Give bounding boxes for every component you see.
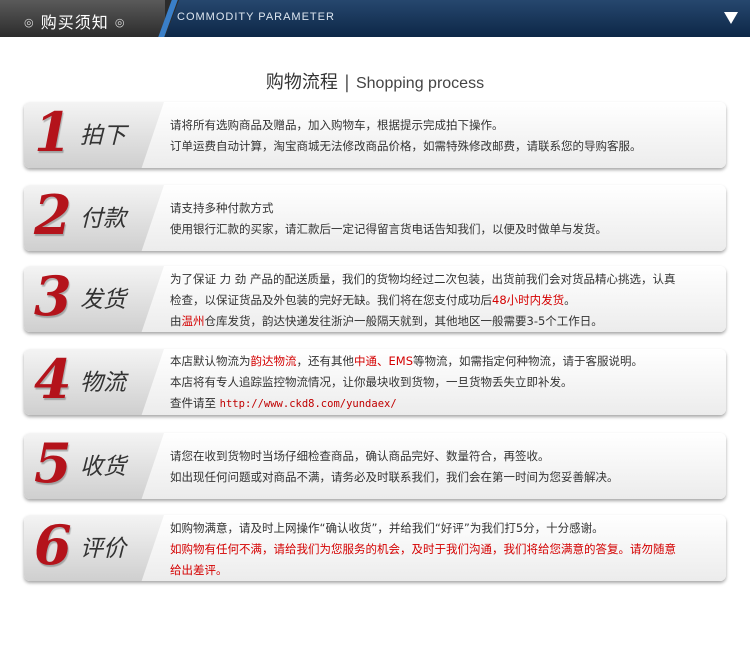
header-tab-label: 购买须知: [40, 13, 109, 32]
header-tab[interactable]: ◎ 购买须知 ◎: [0, 0, 179, 37]
step-label: 物流: [80, 370, 126, 396]
step-line-text: 仓库发货，韵达快递发往浙沪一般隔天就到，其他地区一般需要3-5个工作日。: [204, 314, 603, 328]
step-line: 如购物有任何不满，请给我们为您服务的机会，及时于我们沟通，我们将给您满意的答复。…: [170, 542, 676, 556]
courier-highlight: 中通、EMS: [354, 354, 413, 368]
step-line: 由温州仓库发货，韵达快递发往浙沪一般隔天就到，其他地区一般需要3-5个工作日。: [170, 311, 710, 332]
step-text: 如购物满意，请及时上网操作“确认收货”，并给我们“好评”为我们打5分，十分感谢。…: [170, 518, 710, 581]
step-line: 检查，以保证货品及外包装的完好无缺。我们将在您支付成功后48小时内发货。: [170, 290, 710, 311]
step-5-card: 5 收货 请您在收到货物时当场仔细检查商品，确认商品完好、数量符合，再签收。 如…: [24, 431, 726, 499]
step-line: 本店默认物流为韵达物流，还有其他中通、EMS等物流，如需指定何种物流，请于客服说…: [170, 351, 710, 372]
step-line-text: 由: [170, 314, 182, 328]
step-line: 请将所有选购商品及赠品，加入购物车，根据提示完成拍下操作。: [170, 118, 504, 132]
header-tab-title: ◎ 购买须知 ◎: [24, 9, 125, 33]
step-label: 发货: [80, 287, 126, 313]
step-line-text: 检查，以保证货品及外包装的完好无缺。我们将在您支付成功后: [170, 293, 492, 307]
header-english-title: COMMODITY PARAMETER: [177, 11, 335, 23]
step-line-text: 查件请至: [170, 396, 220, 410]
section-title-separator: |: [343, 72, 350, 93]
step-line-text: 本店默认物流为: [170, 354, 251, 368]
step-line: 如出现任何问题或对商品不满，请务必及时联系我们，我们会在第一时间为您妥善解决。: [170, 470, 619, 484]
step-3-card: 3 发货 为了保证 力 劲 产品的配送质量，我们的货物均经过二次包装，出货前我们…: [24, 264, 726, 332]
step-text: 本店默认物流为韵达物流，还有其他中通、EMS等物流，如需指定何种物流，请于客服说…: [170, 351, 710, 415]
step-6-card: 6 评价 如购物满意，请及时上网操作“确认收货”，并给我们“好评”为我们打5分，…: [24, 513, 726, 581]
step-1-card: 1 拍下 请将所有选购商品及赠品，加入购物车，根据提示完成拍下操作。 订单运费自…: [24, 100, 726, 168]
step-line-text: ，还有其他: [296, 354, 355, 368]
step-number: 5: [34, 431, 72, 495]
step-label: 收货: [80, 454, 126, 480]
step-4-card: 4 物流 本店默认物流为韵达物流，还有其他中通、EMS等物流，如需指定何种物流，…: [24, 347, 726, 415]
circle-dot-icon: ◎: [114, 16, 126, 29]
courier-highlight: 韵达物流: [250, 354, 297, 368]
step-line-text: 等物流，如需指定何种物流，请于客服说明。: [413, 354, 643, 368]
step-text: 请将所有选购商品及赠品，加入购物车，根据提示完成拍下操作。 订单运费自动计算，淘…: [170, 115, 710, 157]
step-line: 本店将有专人追踪监控物流情况，让你最块收到货物，一旦货物丢失立即补发。: [170, 375, 573, 389]
step-text: 请支持多种付款方式 使用银行汇款的买家，请汇款后一定记得留言货电话告知我们，以便…: [170, 198, 710, 240]
step-number: 3: [34, 264, 72, 328]
step-line: 使用银行汇款的买家，请汇款后一定记得留言货电话告知我们，以便及时做单与发货。: [170, 222, 607, 236]
step-number: 2: [34, 183, 72, 247]
step-line: 给出差评。: [170, 563, 228, 577]
step-line: 如购物满意，请及时上网操作“确认收货”，并给我们“好评”为我们打5分，十分感谢。: [170, 521, 604, 535]
section-title-en: Shopping process: [355, 75, 485, 92]
step-text: 请您在收到货物时当场仔细检查商品，确认商品完好、数量符合，再签收。 如出现任何问…: [170, 446, 710, 488]
step-2-card: 2 付款 请支持多种付款方式 使用银行汇款的买家，请汇款后一定记得留言货电话告知…: [24, 183, 726, 251]
triangle-down-icon[interactable]: [724, 12, 738, 24]
step-number: 1: [34, 100, 72, 164]
tracking-link[interactable]: http://www.ckd8.com/yundaex/: [220, 398, 397, 410]
section-title-cn: 购物流程: [265, 72, 338, 93]
top-header-bar: ◎ 购买须知 ◎ COMMODITY PARAMETER: [0, 0, 750, 37]
section-title: 购物流程 | Shopping process: [0, 68, 750, 94]
step-line: 为了保证 力 劲 产品的配送质量，我们的货物均经过二次包装，出货前我们会对货品精…: [170, 272, 676, 286]
ship-time-highlight: 48小时内发货: [492, 293, 565, 307]
step-line: 请您在收到货物时当场仔细检查商品，确认商品完好、数量符合，再签收。: [170, 449, 550, 463]
step-number: 4: [34, 347, 72, 411]
step-line: 请支持多种付款方式: [170, 201, 274, 215]
step-label: 拍下: [80, 123, 126, 149]
circle-dot-icon: ◎: [24, 16, 35, 29]
step-line: 查件请至 http://www.ckd8.com/yundaex/: [170, 393, 710, 415]
warehouse-highlight: 温州: [181, 314, 205, 328]
step-text: 为了保证 力 劲 产品的配送质量，我们的货物均经过二次包装，出货前我们会对货品精…: [170, 269, 710, 332]
step-label: 付款: [80, 206, 126, 232]
step-line: 订单运费自动计算，淘宝商城无法修改商品价格，如需特殊修改邮费，请联系您的导购客服…: [170, 139, 642, 153]
step-line-text: 。: [564, 293, 576, 307]
step-number: 6: [34, 513, 72, 577]
step-label: 评价: [80, 536, 126, 562]
